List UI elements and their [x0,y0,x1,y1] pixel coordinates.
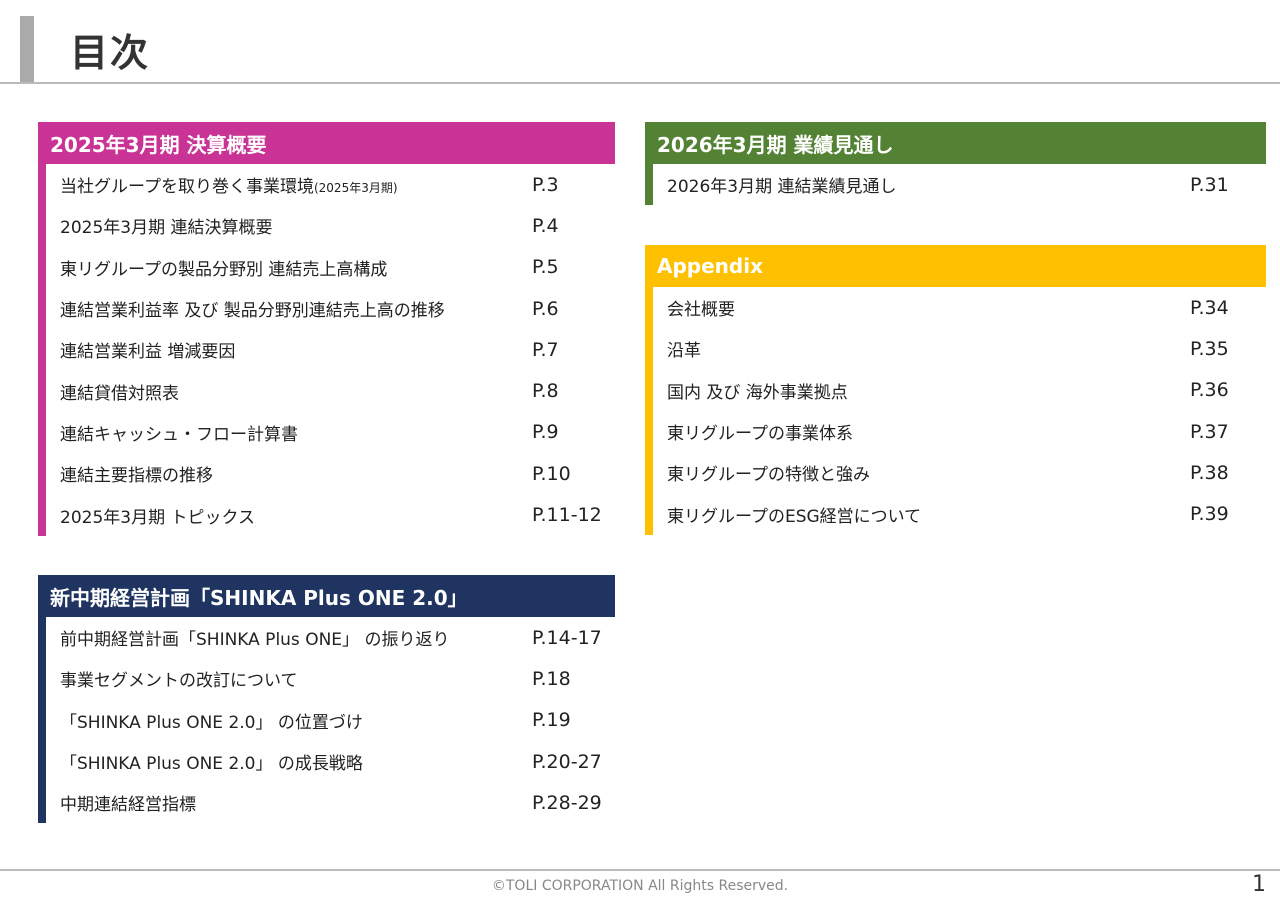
toc-item-page: P.39 [1190,503,1229,526]
section-header-gyoseki: 2026年3月期 業績見通し [645,122,1266,164]
toc-item-label: 事業セグメントの改訂について [60,671,298,692]
toc-item-page: P.4 [532,214,559,237]
toc-item-page: P.28-29 [532,791,602,814]
toc-item-page: P.14-17 [532,626,602,649]
toc-item[interactable]: 中期連結経営指標 P.28-29 [46,782,615,823]
section-chuki: 新中期経営計画「SHINKA Plus ONE 2.0」 前中期経営計画「SHI… [38,575,615,824]
toc-item[interactable]: 東リグループの事業体系 P.37 [653,411,1266,452]
toc-item[interactable]: 当社グループを取り巻く事業環境(2025年3月期) P.3 [46,164,615,205]
toc-item-label: 連結主要指標の推移 [60,466,213,487]
toc-item[interactable]: 東リグループのESG経営について P.39 [653,493,1266,534]
toc-item-page: P.9 [532,421,559,444]
toc-item[interactable]: 連結キャッシュ・フロー計算書 P.9 [46,412,615,453]
toc-item[interactable]: 2025年3月期 連結決算概要 P.4 [46,205,615,246]
toc-item-label: 東リグループの特徴と強み [667,465,870,486]
toc-item-note: (2025年3月期) [313,181,398,196]
toc-item-label: 2025年3月期 トピックス [60,507,255,528]
toc-item-page: P.10 [532,462,571,485]
toc-item-page: P.6 [532,297,559,320]
section-body-chuki: 前中期経営計画「SHINKA Plus ONE」 の振り返り P.14-17 事… [38,617,615,824]
toc-item-label: 連結営業利益 増減要因 [60,342,236,363]
toc-item-label: 2026年3月期 連結業績見通し [667,177,897,198]
title-divider [0,82,1280,84]
toc-item-page: P.5 [532,256,559,279]
footer-copyright: ©TOLI CORPORATION All Rights Reserved. [491,878,789,894]
toc-item-label: 東リグループの製品分野別 連結売上高構成 [60,259,388,280]
toc-item[interactable]: 沿革 P.35 [653,328,1266,369]
toc-item-page: P.36 [1190,379,1229,402]
section-body-gyoseki: 2026年3月期 連結業績見通し P.31 [645,164,1266,206]
toc-item[interactable]: 連結営業利益率 及び 製品分野別連結売上高の推移 P.6 [46,288,615,329]
toc-item[interactable]: 前中期経営計画「SHINKA Plus ONE」 の振り返り P.14-17 [46,617,615,658]
toc-item-label: 中期連結経営指標 [60,795,196,816]
toc-item-label: 会社概要 [667,300,735,321]
toc-item-label: 当社グループを取り巻く事業環境(2025年3月期) [60,177,398,198]
toc-item-label: 連結営業利益率 及び 製品分野別連結売上高の推移 [60,301,445,322]
footer-divider [0,869,1280,871]
toc-item-label: 沿革 [667,341,701,362]
toc-item-label: 2025年3月期 連結決算概要 [60,218,273,239]
section-body-kessan: 当社グループを取り巻く事業環境(2025年3月期) P.3 2025年3月期 連… [38,164,615,536]
toc-item[interactable]: 「SHINKA Plus ONE 2.0」 の成長戦略 P.20-27 [46,741,615,782]
toc-item-label: 連結貸借対照表 [60,383,179,404]
toc-item[interactable]: 国内 及び 海外事業拠点 P.36 [653,370,1266,411]
toc-item-page: P.19 [532,709,571,732]
toc-item-page: P.31 [1190,173,1229,196]
section-header-appendix: Appendix [645,245,1266,287]
toc-item-page: P.7 [532,338,559,361]
toc-item[interactable]: 連結主要指標の推移 P.10 [46,453,615,494]
toc-item-page: P.11-12 [532,504,602,527]
section-header-chuki: 新中期経営計画「SHINKA Plus ONE 2.0」 [38,575,615,617]
toc-item-page: P.37 [1190,420,1229,443]
toc-item[interactable]: 「SHINKA Plus ONE 2.0」 の位置づけ P.19 [46,700,615,741]
toc-item-page: P.38 [1190,461,1229,484]
toc-item-label: 前中期経営計画「SHINKA Plus ONE」 の振り返り [60,630,450,651]
toc-item[interactable]: 事業セグメントの改訂について P.18 [46,658,615,699]
toc-item-label: 東リグループの事業体系 [667,424,853,445]
section-kessan: 2025年3月期 決算概要 当社グループを取り巻く事業環境(2025年3月期) … [38,122,615,536]
toc-item-label: 国内 及び 海外事業拠点 [667,382,848,403]
toc-item-page: P.34 [1190,296,1229,319]
toc-item[interactable]: 2025年3月期 トピックス P.11-12 [46,494,615,535]
toc-item-page: P.3 [532,173,559,196]
toc-item-label: 「SHINKA Plus ONE 2.0」 の位置づけ [60,712,363,733]
toc-item-label: 東リグループのESG経営について [667,506,922,527]
section-header-kessan: 2025年3月期 決算概要 [38,122,615,164]
toc-item-page: P.18 [532,667,571,690]
toc-item[interactable]: 連結貸借対照表 P.8 [46,370,615,411]
toc-item[interactable]: 2026年3月期 連結業績見通し P.31 [653,164,1266,205]
toc-item-label: 連結キャッシュ・フロー計算書 [60,424,298,445]
toc-item-page: P.35 [1190,337,1229,360]
section-body-appendix: 会社概要 P.34 沿革 P.35 国内 及び 海外事業拠点 P.36 東リグル… [645,287,1266,535]
toc-item[interactable]: 連結営業利益 増減要因 P.7 [46,329,615,370]
toc-item[interactable]: 会社概要 P.34 [653,287,1266,328]
page-title: 目次 [70,31,151,75]
toc-item[interactable]: 東リグループの特徴と強み P.38 [653,452,1266,493]
toc-item-page: P.8 [532,380,559,403]
title-accent-bar [20,16,34,82]
toc-item-label: 「SHINKA Plus ONE 2.0」 の成長戦略 [60,754,363,775]
section-gyoseki: 2026年3月期 業績見通し 2026年3月期 連結業績見通し P.31 [645,122,1266,206]
toc-item-page: P.20-27 [532,750,602,773]
section-appendix: Appendix 会社概要 P.34 沿革 P.35 国内 及び 海外事業拠点 … [645,245,1266,535]
toc-item[interactable]: 東リグループの製品分野別 連結売上高構成 P.5 [46,247,615,288]
page-number: 1 [1252,872,1266,897]
